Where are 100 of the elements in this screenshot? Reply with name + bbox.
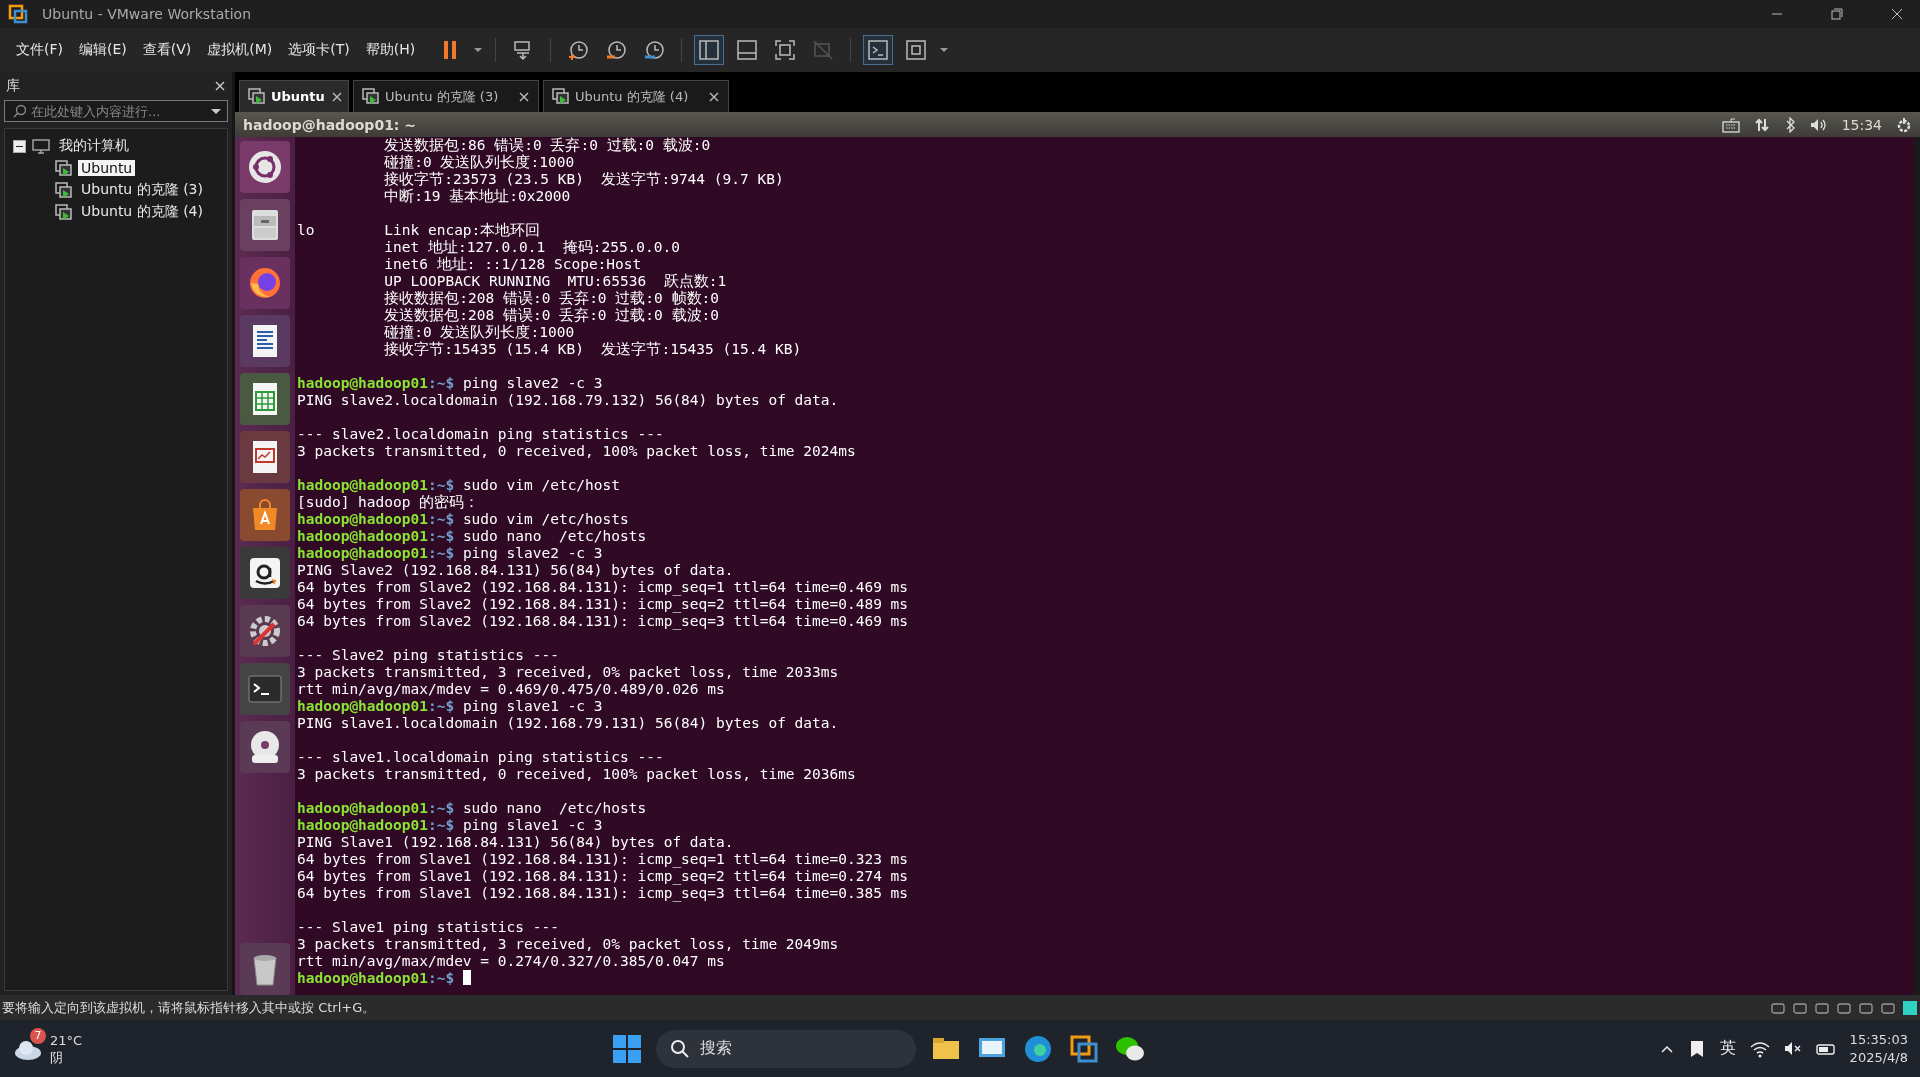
wifi-icon[interactable] [1749,1039,1770,1058]
terminal-line: 碰撞:0 发送队列长度:1000 [383,154,576,171]
input-method-indicator[interactable]: 英 [1719,1038,1736,1059]
vm-icon [55,203,72,221]
trash-icon[interactable] [240,943,290,995]
terminal-line: hadoop@hadoop01:~$ sudo vim /etc/hosts [297,511,629,527]
terminal-line: rtt min/avg/max/mdev = 0.274/0.327/0.385/0.047 ms [297,953,726,970]
library-title: 库 [6,77,20,95]
terminal-line: PING Slave2 (192.168.84.131) 56(84) bytes of data. [297,562,735,579]
dropdown-caret-icon[interactable] [939,47,950,53]
terminal-line: UP LOOPBACK RUNNING MTU:65536 跃点数:1 [383,273,728,290]
terminal-line: hadoop@hadoop01:~$ sudo nano /etc/hosts [297,528,647,544]
terminal-line: 接收数据包:208 错误:0 丢弃:0 过载:0 帧数:0 [383,290,720,307]
terminal-line: --- Slave1 ping statistics --- [297,919,560,936]
terminal-line: hadoop@hadoop01:~$ ping slave1 -c 3 [297,817,603,833]
terminal-line: 发送数据包:208 错误:0 丢弃:0 过载:0 载波:0 [383,307,720,324]
settings-icon[interactable] [240,605,290,657]
monitor-icon [32,137,50,155]
dropdown-caret-icon[interactable] [473,47,484,53]
taskbar-date[interactable]: 2025/4/8 [1849,1048,1908,1067]
terminal-line: --- slave2.localdomain ping statistics --- [297,426,665,443]
presentation-icon[interactable] [240,431,290,483]
terminal-line: PING slave1.localdomain (192.168.79.131) 56(84) bytes of data. [297,715,840,732]
app-logo-icon [8,4,28,24]
vm-tab[interactable]: Ubuntu 的克隆 (3) [353,80,539,112]
menu-item[interactable]: 文件(F) [8,35,71,65]
menu-item[interactable]: 帮助(H) [357,35,424,65]
close-icon[interactable] [708,90,720,103]
terminal-line: inet6 地址: ::1/128 Scope:Host [383,256,643,273]
network-arrows-icon[interactable] [1753,116,1770,133]
dash-icon[interactable] [240,141,290,193]
vm-icon [248,88,265,105]
tree-item[interactable]: Ubuntu 的克隆 (4) [78,203,206,221]
weather-condition: 阴 [50,1048,64,1066]
search-field[interactable]: 在此处键入内容进行... [4,100,228,122]
sidebar-layout-icon[interactable] [694,35,725,65]
search-icon [12,104,26,118]
terminal-line: hadoop@hadoop01:~$ [297,970,455,986]
vm-icon [55,159,72,177]
terminal-line: [sudo] hadoop 的密码： [297,494,481,511]
terminal-line: hadoop@hadoop01:~$ ping slave2 -c 3 [297,545,603,561]
collapse-toggle[interactable] [13,139,26,153]
vm-icon [55,181,72,199]
terminal-line: 64 bytes from Slave2 (192.168.84.131): icmp_seq=3 ttl=64 time=0.469 ms [297,613,910,630]
terminal-line: 碰撞:0 发送队列长度:1000 [383,324,576,341]
status-message: 要将输入定向到该虚拟机，请将鼠标指针移入其中或按 Ctrl+G。 [2,998,377,1017]
document-icon[interactable] [240,315,290,367]
weather-badge: 7 [30,1027,46,1044]
terminal-line: hadoop@hadoop01:~$ sudo vim /etc/host [297,477,621,493]
terminal-line: 接收字节:15435 (15.4 KB) 发送字节:15435 (15.4 KB) [383,341,803,358]
terminal-line: 64 bytes from Slave1 (192.168.84.131): icmp_seq=1 ttl=64 time=0.323 ms [297,851,910,868]
terminal-title: hadoop@hadoop01: ~ [243,116,418,133]
terminal-line: 64 bytes from Slave2 (192.168.84.131): icmp_seq=2 ttl=64 time=0.489 ms [297,596,910,613]
terminal-line: 3 packets transmitted, 3 received, 0% packet loss, time 2049ms [297,936,840,953]
terminal-line: PING Slave1 (192.168.84.131) 56(84) bytes of data. [297,834,735,851]
taskbar-time[interactable]: 15:35:03 [1849,1030,1908,1049]
taskbar-search[interactable]: 搜索 [656,1029,916,1068]
terminal-line: 3 packets transmitted, 0 received, 100% packet loss, time 2024ms [297,443,857,460]
restore-icon[interactable] [1831,8,1843,20]
window-title: Ubuntu - VMware Workstation [42,6,252,22]
file-cabinet-icon[interactable] [240,199,290,251]
terminal-line: 3 packets transmitted, 3 received, 0% packet loss, time 2033ms [297,664,840,681]
close-icon[interactable] [518,90,530,103]
dropdown-caret-icon[interactable] [210,108,222,115]
menu-item[interactable]: 编辑(E) [71,35,135,65]
dvd-icon[interactable] [240,721,290,773]
start-icon[interactable] [612,1033,642,1064]
tree-item[interactable]: 我的计算机 [56,137,132,155]
vm-tab[interactable]: Ubuntu [239,80,349,112]
keyboard-icon[interactable] [1721,116,1740,133]
terminal-line: --- slave1.localdomain ping statistics --- [297,749,665,766]
terminal-line: 64 bytes from Slave1 (192.168.84.131): icmp_seq=3 ttl=64 time=0.385 ms [297,885,910,902]
terminal-line: hadoop@hadoop01:~$ sudo nano /etc/hosts [297,800,647,816]
tree-item[interactable]: Ubuntu 的克隆 (3) [78,181,206,199]
shopping-icon[interactable] [240,547,290,599]
terminal-line: 64 bytes from Slave1 (192.168.84.131): icmp_seq=2 ttl=64 time=0.274 ms [297,868,910,885]
close-icon[interactable] [214,80,226,92]
close-icon[interactable] [330,90,343,103]
tree-item[interactable]: Ubuntu [78,160,136,176]
terminal-line: PING slave2.localdomain (192.168.79.132) 56(84) bytes of data. [297,392,840,409]
console-view-icon[interactable] [863,35,894,65]
fox-globe-icon[interactable] [240,257,290,309]
spreadsheet-icon[interactable] [240,373,290,425]
terminal-icon[interactable] [240,663,290,715]
menu-item[interactable]: 查看(V) [134,35,200,65]
shopping-bag-icon[interactable] [240,489,290,541]
vm-tab[interactable]: Ubuntu 的克隆 (4) [543,80,729,112]
close-icon[interactable] [1891,8,1903,20]
terminal-line: inet 地址:127.0.0.1 掩码:255.0.0.0 [383,239,681,256]
message-icon[interactable] [1902,999,1918,1016]
vm-icon [552,88,569,105]
menu-item[interactable]: 选项卡(T) [280,35,358,65]
clock[interactable]: 15:34 [1841,116,1882,133]
terminal-line: 中断:19 基本地址:0x2000 [383,188,572,205]
menu-item[interactable]: 虚拟机(M) [199,35,281,65]
power-gear-icon[interactable] [1896,116,1912,133]
terminal-line: 发送数据包:86 错误:0 丢弃:0 过载:0 载波:0 [383,137,712,154]
terminal-line: --- Slave2 ping statistics --- [297,647,560,664]
terminal-line: 接收字节:23573 (23.5 KB) 发送字节:9744 (9.7 KB) [383,171,785,188]
terminal-line: rtt min/avg/max/mdev = 0.469/0.475/0.489/0.026 ms [297,681,726,698]
